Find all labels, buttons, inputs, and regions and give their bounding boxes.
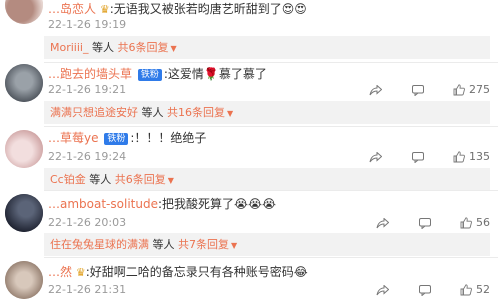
tears-of-joy-emoji-icon: 😂	[293, 265, 308, 279]
like-count: 275	[469, 83, 490, 96]
avatar[interactable]	[5, 261, 43, 299]
timestamp: 22-1-26 21:31	[48, 283, 127, 296]
comment-header: …跑去的墙头草 铁粉:这爱情🌹慕了慕了	[48, 66, 267, 82]
action-bar: 135	[347, 150, 490, 166]
share-icon	[376, 217, 389, 228]
timestamp: 22-1-26 19:24	[48, 150, 127, 163]
comment-text: :把我酸死算了	[157, 197, 235, 211]
crown-icon: ♛	[75, 266, 86, 279]
action-bar: 52	[354, 283, 490, 299]
reply-usernames[interactable]: Cc铂金	[50, 173, 86, 186]
share-icon	[369, 84, 382, 95]
share-icon	[376, 284, 389, 295]
divider	[44, 62, 498, 63]
timestamp: 22-1-26 19:19	[48, 18, 127, 31]
comment-icon	[411, 84, 424, 96]
like-count: 56	[476, 216, 490, 229]
reply-summary[interactable]: 住在兔兔星球的满满 等人 共7条回复 ▼	[44, 233, 490, 256]
comment-button[interactable]	[411, 151, 428, 163]
avatar[interactable]	[5, 0, 43, 24]
comment-button[interactable]	[411, 84, 428, 96]
reply-summary[interactable]: Moriiii_ 等人 共6条回复 ▼	[44, 36, 490, 59]
chevron-down-icon: ▼	[231, 241, 238, 250]
like-button[interactable]: 275	[453, 83, 490, 96]
comment-text: :无语我又被张若昀唐艺昕甜到了	[109, 2, 282, 16]
crying-emoji-icon: 😭😭😭	[234, 197, 277, 211]
reply-usernames[interactable]: 满满只想追途安好	[50, 106, 138, 119]
reply-summary[interactable]: Cc铂金 等人 共6条回复 ▼	[44, 168, 490, 191]
comment-icon	[418, 284, 431, 296]
share-button[interactable]	[369, 151, 386, 163]
like-icon	[460, 216, 472, 228]
username[interactable]: …amboat-solitude	[48, 197, 158, 211]
avatar[interactable]	[5, 64, 43, 102]
comment-header: …岛恋人 ♛:无语我又被张若昀唐艺昕甜到了😍😍	[48, 1, 307, 18]
like-icon	[453, 150, 465, 162]
like-button[interactable]: 52	[460, 283, 490, 296]
share-icon	[369, 151, 382, 162]
comment-header: …然 ♛:好甜啊二哈的备忘录只有各种账号密码😂	[48, 264, 308, 281]
share-button[interactable]	[376, 284, 393, 296]
fan-badge: 铁粉	[104, 133, 129, 145]
reply-others-label: 等人	[91, 41, 114, 54]
comment-button[interactable]	[418, 217, 435, 229]
reply-usernames[interactable]: Moriiii_	[50, 41, 88, 54]
reply-summary[interactable]: 满满只想追途安好 等人 共16条回复 ▼	[44, 101, 490, 124]
avatar[interactable]	[5, 194, 43, 232]
timestamp: 22-1-26 19:21	[48, 83, 127, 96]
username[interactable]: …岛恋人	[48, 2, 96, 16]
share-button[interactable]	[376, 217, 393, 229]
reply-count-link[interactable]: 共16条回复	[167, 106, 225, 119]
like-count: 135	[469, 150, 490, 163]
reply-others-label: 等人	[152, 238, 175, 251]
comment-button[interactable]	[418, 284, 435, 296]
chevron-down-icon: ▼	[167, 176, 174, 185]
reply-count-link[interactable]: 共6条回复	[117, 41, 168, 54]
comment-header: …amboat-solitude:把我酸死算了😭😭😭	[48, 196, 276, 212]
username[interactable]: …草莓ye	[48, 131, 99, 145]
reply-usernames[interactable]: 住在兔兔星球的满满	[50, 238, 149, 251]
chevron-down-icon: ▼	[170, 44, 177, 53]
reply-count-link[interactable]: 共6条回复	[115, 173, 166, 186]
divider	[44, 190, 498, 191]
like-icon	[453, 83, 465, 95]
reply-others-label: 等人	[141, 106, 164, 119]
like-button[interactable]: 135	[453, 150, 490, 163]
like-button[interactable]: 56	[460, 216, 490, 229]
chevron-down-icon: ▼	[227, 109, 234, 118]
action-bar: 275	[347, 83, 490, 99]
comment-text: :这爱情	[163, 67, 204, 81]
comment-text: :好甜啊二哈的备忘录只有各种账号密码	[85, 265, 294, 279]
rose-emoji-icon: 🌹	[203, 67, 219, 81]
comment-icon	[418, 217, 431, 229]
comment-icon	[411, 151, 424, 163]
crown-icon: ♛	[99, 3, 110, 16]
reply-others-label: 等人	[89, 173, 112, 186]
action-bar: 56	[354, 216, 490, 232]
comment-text-cont: 慕了慕了	[218, 67, 267, 81]
username[interactable]: …然	[48, 265, 72, 279]
username[interactable]: …跑去的墙头草	[48, 67, 132, 81]
fan-badge: 铁粉	[137, 69, 162, 81]
comment-header: …草莓ye 铁粉:！！！绝绝子	[48, 130, 206, 146]
like-count: 52	[476, 283, 490, 296]
comment-text: :！！！绝绝子	[130, 131, 207, 145]
divider	[44, 126, 498, 127]
timestamp: 22-1-26 20:03	[48, 216, 127, 229]
avatar[interactable]	[5, 130, 43, 168]
reply-count-link[interactable]: 共7条回复	[178, 238, 229, 251]
heart-eyes-emoji-icon: 😍😍	[281, 2, 307, 16]
share-button[interactable]	[369, 84, 386, 96]
like-icon	[460, 283, 472, 295]
divider	[44, 257, 498, 258]
